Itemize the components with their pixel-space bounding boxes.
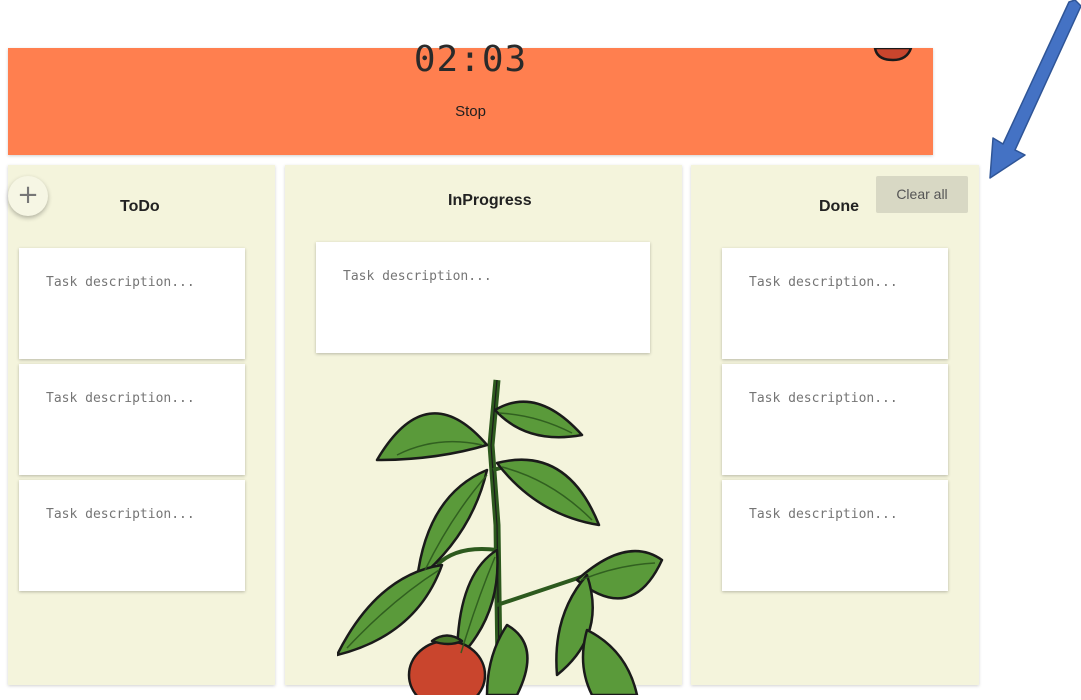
inprogress-title: InProgress (448, 192, 532, 209)
task-card[interactable]: Task description... (19, 248, 245, 359)
task-description[interactable]: Task description... (46, 275, 195, 290)
task-description[interactable]: Task description... (749, 391, 898, 406)
done-column: Done Clear all Task description... Task … (691, 165, 979, 685)
task-card[interactable]: Task description... (316, 242, 650, 353)
task-description[interactable]: Task description... (343, 269, 492, 284)
clear-all-button[interactable]: Clear all (876, 176, 968, 213)
add-task-button[interactable]: + (8, 176, 48, 216)
timer-bar: 02:03 Stop (8, 39, 933, 155)
task-description[interactable]: Task description... (749, 507, 898, 522)
inprogress-column: InProgress Task description... (285, 165, 682, 700)
task-card[interactable]: Task description... (19, 364, 245, 475)
task-card[interactable]: Task description... (722, 248, 948, 359)
task-description[interactable]: Task description... (46, 391, 195, 406)
annotation-arrow (985, 0, 1081, 180)
stop-button[interactable]: Stop (8, 103, 933, 120)
tomato-plant-illustration (335, 375, 667, 700)
task-description[interactable]: Task description... (46, 507, 195, 522)
todo-column: + ToDo Task description... Task descript… (8, 165, 275, 685)
task-card[interactable]: Task description... (722, 480, 948, 591)
task-card[interactable]: Task description... (19, 480, 245, 591)
task-description[interactable]: Task description... (749, 275, 898, 290)
todo-title: ToDo (120, 198, 160, 215)
task-card[interactable]: Task description... (722, 364, 948, 475)
timer-display: 02:03 (413, 39, 528, 80)
tomato-icon (873, 48, 913, 62)
done-title: Done (819, 198, 859, 215)
